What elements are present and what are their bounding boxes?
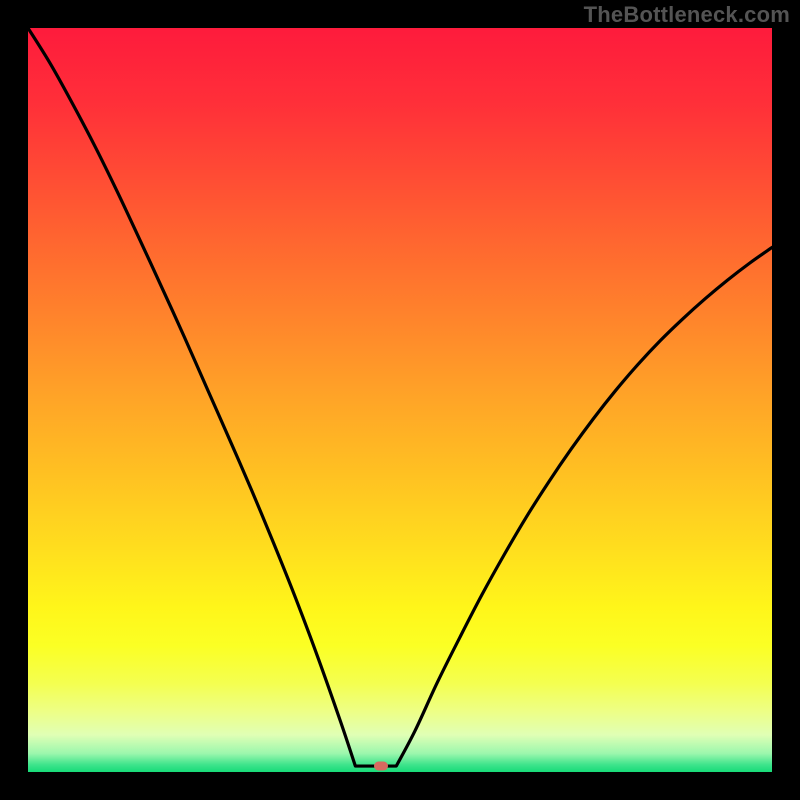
bottleneck-curve (28, 28, 772, 766)
optimal-marker (374, 762, 388, 771)
plot-area (28, 28, 772, 772)
chart-frame: TheBottleneck.com (0, 0, 800, 800)
curve-layer (28, 28, 772, 772)
watermark-text: TheBottleneck.com (584, 2, 790, 28)
